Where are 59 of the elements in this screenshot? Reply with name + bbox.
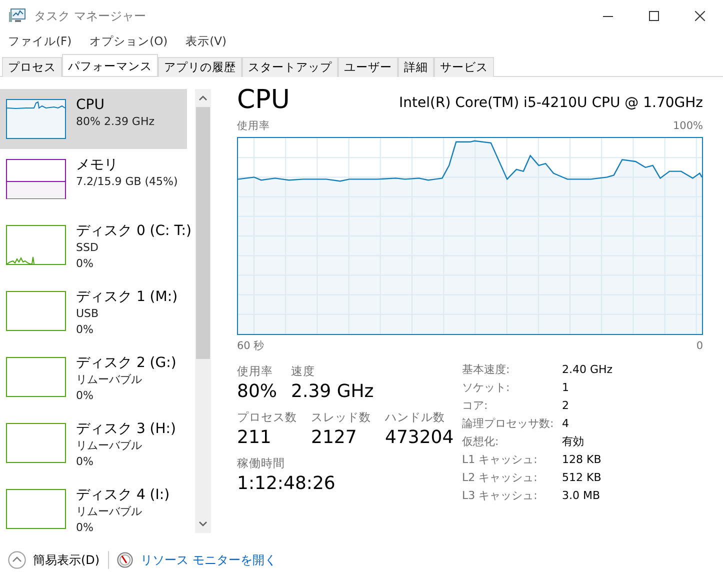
tab[interactable]: ユーザー bbox=[338, 57, 398, 77]
spec-label: 仮想化: bbox=[462, 434, 500, 450]
stat-value: 2127 bbox=[311, 426, 358, 450]
chevron-up-icon bbox=[8, 551, 26, 569]
spec-label: コア: bbox=[462, 398, 489, 414]
fewer-details-button[interactable]: 簡易表示(D) bbox=[8, 551, 100, 569]
spec-label: ソケット: bbox=[462, 380, 511, 396]
chart-label: 使用率 bbox=[237, 119, 270, 134]
close-icon[interactable] bbox=[695, 11, 705, 21]
resource-monitor-link[interactable]: リソース モニターを開く bbox=[140, 551, 276, 569]
gauge-icon bbox=[116, 552, 133, 568]
axis-start-label: 60 秒 bbox=[237, 338, 265, 354]
processor-model: Intel(R) Core(TM) i5-4210U CPU @ 1.70GHz bbox=[399, 94, 703, 113]
spec-value: 4 bbox=[562, 416, 569, 432]
axis-max-label: 100% bbox=[672, 119, 703, 134]
tab[interactable]: アプリの履歴 bbox=[158, 57, 242, 77]
stat-value: 1:12:48:26 bbox=[237, 472, 336, 496]
tab[interactable]: サービス bbox=[434, 57, 494, 77]
menu-item[interactable]: ファイル(F) bbox=[6, 33, 74, 51]
spec-value: 有効 bbox=[562, 434, 584, 450]
stat-label: ハンドル数 bbox=[385, 408, 446, 424]
axis-end-label: 0 bbox=[696, 338, 703, 354]
menu-item[interactable]: 表示(V) bbox=[184, 33, 228, 51]
spec-label: 論理プロセッサ数: bbox=[462, 416, 555, 432]
spec-label: L2 キャッシュ: bbox=[462, 470, 538, 486]
spec-value: 512 KB bbox=[562, 470, 602, 486]
tab[interactable]: スタートアップ bbox=[242, 57, 338, 77]
sidebar-item[interactable]: ディスク 4 (I:) リムーバブル 0% bbox=[0, 485, 187, 533]
spec-value: 1 bbox=[562, 380, 569, 396]
menu-item[interactable]: オプション(O) bbox=[88, 33, 170, 51]
stat-value: 473204 bbox=[385, 426, 454, 450]
stat-label: 稼働時間 bbox=[237, 454, 286, 470]
spec-value: 2 bbox=[562, 398, 569, 414]
stat-value: 211 bbox=[237, 426, 272, 450]
app-icon bbox=[8, 8, 26, 24]
window-title: タスク マネージャー bbox=[34, 8, 146, 25]
tab[interactable]: パフォーマンス bbox=[62, 54, 158, 76]
stat-value: 80% bbox=[237, 380, 278, 404]
maximize-icon[interactable] bbox=[649, 11, 659, 21]
sidebar-item[interactable]: ディスク 1 (M:) USB 0% bbox=[0, 287, 187, 353]
spec-label: L3 キャッシュ: bbox=[462, 488, 538, 504]
stat-value: 2.39 GHz bbox=[291, 380, 374, 404]
stat-label: 使用率 bbox=[237, 362, 274, 378]
tab[interactable]: 詳細 bbox=[398, 57, 434, 77]
spec-value: 128 KB bbox=[562, 452, 602, 468]
tab[interactable]: プロセス bbox=[2, 57, 62, 77]
sidebar-item[interactable]: ディスク 3 (H:) リムーバブル 0% bbox=[0, 419, 187, 485]
sidebar-item[interactable]: ディスク 2 (G:) リムーバブル 0% bbox=[0, 353, 187, 419]
panel-title: CPU bbox=[237, 85, 290, 115]
stat-label: 速度 bbox=[291, 362, 316, 378]
spec-label: 基本速度: bbox=[462, 362, 511, 378]
spec-label: L1 キャッシュ: bbox=[462, 452, 538, 468]
sidebar-item[interactable]: CPU 80% 2.39 GHz bbox=[0, 89, 187, 149]
stat-label: プロセス数 bbox=[237, 408, 297, 424]
spec-value: 2.40 GHz bbox=[562, 362, 613, 378]
sidebar-item[interactable]: メモリ 7.2/15.9 GB (45%) bbox=[0, 155, 187, 221]
spec-value: 3.0 MB bbox=[562, 488, 600, 504]
scrollbar[interactable] bbox=[195, 89, 211, 533]
stat-label: スレッド数 bbox=[311, 408, 371, 424]
